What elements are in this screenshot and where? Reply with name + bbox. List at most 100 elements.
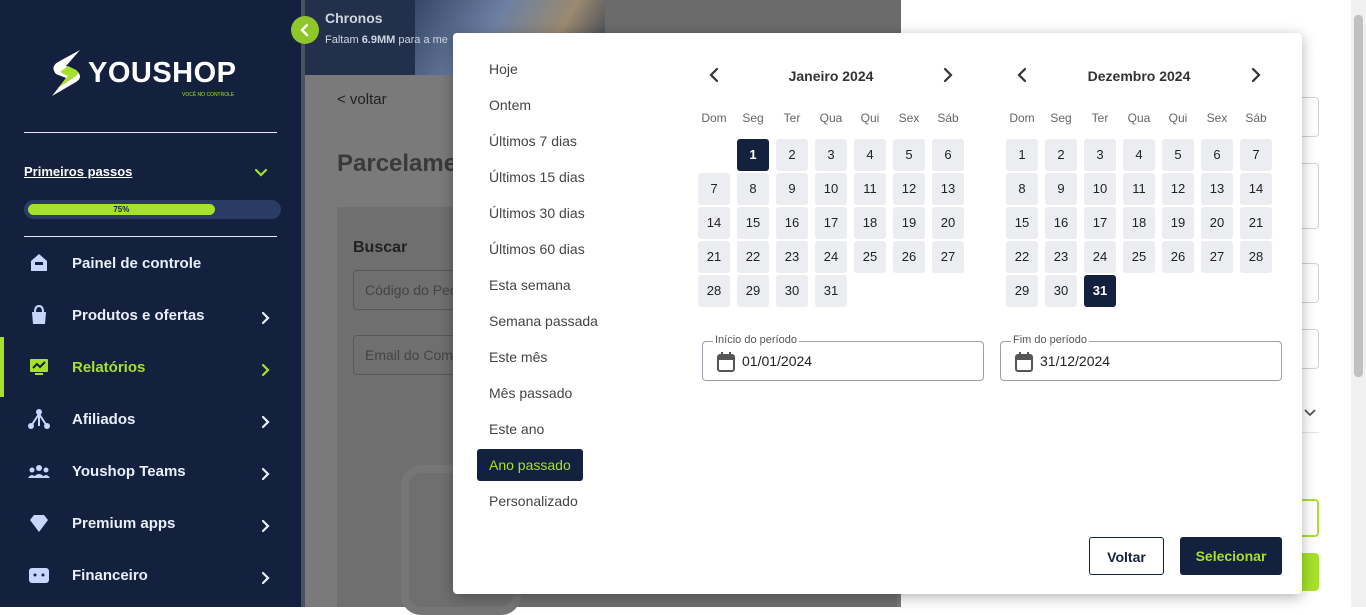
calendar-day[interactable]: 9 bbox=[1045, 173, 1077, 205]
chevron-down-icon[interactable] bbox=[253, 165, 269, 181]
calendar-day[interactable]: 24 bbox=[815, 241, 847, 273]
calendar-day[interactable]: 27 bbox=[1201, 241, 1233, 273]
calendar-day[interactable]: 10 bbox=[1084, 173, 1116, 205]
calendar-day[interactable]: 7 bbox=[698, 173, 730, 205]
calendar-day[interactable]: 22 bbox=[1006, 241, 1038, 273]
calendar-day[interactable]: 25 bbox=[1123, 241, 1155, 273]
prev-month-icon[interactable] bbox=[1014, 66, 1032, 84]
calendar-day[interactable]: 1 bbox=[1006, 139, 1038, 171]
next-month-icon[interactable] bbox=[938, 66, 956, 84]
next-month-icon[interactable] bbox=[1246, 66, 1264, 84]
drawer-field[interactable] bbox=[1301, 329, 1319, 369]
sidebar-item-produtos-e-ofertas[interactable]: Produtos e ofertas bbox=[0, 289, 301, 341]
calendar-day[interactable]: 26 bbox=[1162, 241, 1194, 273]
drawer-field[interactable] bbox=[1301, 163, 1319, 229]
preset-option[interactable]: Personalizado bbox=[477, 485, 590, 517]
preset-option[interactable]: Ontem bbox=[477, 89, 543, 121]
calendar-day[interactable]: 17 bbox=[1084, 207, 1116, 239]
scrollbar-thumb[interactable] bbox=[1354, 15, 1363, 377]
calendar-day[interactable]: 28 bbox=[1240, 241, 1272, 273]
calendar-day[interactable]: 23 bbox=[1045, 241, 1077, 273]
calendar-day[interactable]: 8 bbox=[1006, 173, 1038, 205]
calendar-day[interactable]: 31 bbox=[1084, 275, 1116, 307]
calendar-day[interactable]: 19 bbox=[1162, 207, 1194, 239]
calendar-day[interactable]: 12 bbox=[893, 173, 925, 205]
drawer-primary-button[interactable] bbox=[1301, 553, 1319, 591]
preset-option[interactable]: Este mês bbox=[477, 341, 559, 373]
back-link[interactable]: < voltar bbox=[337, 91, 387, 108]
calendar-day[interactable]: 13 bbox=[1201, 173, 1233, 205]
calendar-day[interactable]: 13 bbox=[932, 173, 964, 205]
sidebar-item-premium-apps[interactable]: Premium apps bbox=[0, 497, 301, 549]
calendar-day[interactable]: 6 bbox=[932, 139, 964, 171]
collapse-sidebar-button[interactable] bbox=[291, 16, 319, 44]
calendar-day[interactable]: 28 bbox=[698, 275, 730, 307]
calendar-day[interactable]: 7 bbox=[1240, 139, 1272, 171]
sidebar-item-financeiro[interactable]: Financeiro bbox=[0, 549, 301, 601]
calendar-day[interactable]: 4 bbox=[1123, 139, 1155, 171]
start-date-field[interactable]: Início do período 01/01/2024 bbox=[702, 334, 984, 381]
page-scrollbar[interactable] bbox=[1351, 0, 1366, 607]
calendar-day[interactable]: 25 bbox=[854, 241, 886, 273]
select-button[interactable]: Selecionar bbox=[1180, 537, 1282, 575]
calendar-day[interactable]: 6 bbox=[1201, 139, 1233, 171]
calendar-day[interactable]: 3 bbox=[1084, 139, 1116, 171]
calendar-day[interactable]: 11 bbox=[854, 173, 886, 205]
calendar-day[interactable]: 17 bbox=[815, 207, 847, 239]
preset-option[interactable]: Últimos 30 dias bbox=[477, 197, 597, 229]
preset-option[interactable]: Ano passado bbox=[477, 449, 583, 481]
preset-option[interactable]: Hoje bbox=[477, 53, 530, 85]
calendar-day[interactable]: 15 bbox=[1006, 207, 1038, 239]
calendar-day[interactable]: 22 bbox=[737, 241, 769, 273]
calendar-day[interactable]: 16 bbox=[776, 207, 808, 239]
calendar-day[interactable]: 11 bbox=[1123, 173, 1155, 205]
calendar-day[interactable]: 26 bbox=[893, 241, 925, 273]
sidebar-item-relat-rios[interactable]: Relatórios bbox=[0, 337, 301, 397]
drawer-field[interactable] bbox=[1301, 263, 1319, 303]
calendar-day[interactable]: 15 bbox=[737, 207, 769, 239]
preset-option[interactable]: Últimos 7 dias bbox=[477, 125, 589, 157]
drawer-outline-button[interactable] bbox=[1301, 499, 1319, 537]
calendar-day[interactable]: 18 bbox=[854, 207, 886, 239]
calendar-day[interactable]: 18 bbox=[1123, 207, 1155, 239]
preset-option[interactable]: Últimos 60 dias bbox=[477, 233, 597, 265]
calendar-day[interactable]: 30 bbox=[776, 275, 808, 307]
calendar-day[interactable]: 21 bbox=[698, 241, 730, 273]
calendar-day[interactable]: 8 bbox=[737, 173, 769, 205]
calendar-day[interactable]: 20 bbox=[932, 207, 964, 239]
calendar-day[interactable]: 3 bbox=[815, 139, 847, 171]
calendar-day[interactable]: 10 bbox=[815, 173, 847, 205]
drawer-field[interactable] bbox=[1301, 97, 1319, 137]
calendar-day[interactable]: 24 bbox=[1084, 241, 1116, 273]
calendar-day[interactable]: 14 bbox=[1240, 173, 1272, 205]
calendar-day[interactable]: 14 bbox=[698, 207, 730, 239]
calendar-day[interactable]: 2 bbox=[776, 139, 808, 171]
calendar-day[interactable]: 27 bbox=[932, 241, 964, 273]
calendar-day[interactable]: 5 bbox=[1162, 139, 1194, 171]
end-date-field[interactable]: Fim do período 31/12/2024 bbox=[1000, 334, 1282, 381]
calendar-day[interactable]: 12 bbox=[1162, 173, 1194, 205]
sidebar-item-afiliados[interactable]: Afiliados bbox=[0, 393, 301, 445]
preset-option[interactable]: Últimos 15 dias bbox=[477, 161, 597, 193]
preset-option[interactable]: Mês passado bbox=[477, 377, 584, 409]
sidebar-item-youshop-teams[interactable]: Youshop Teams bbox=[0, 445, 301, 497]
preset-option[interactable]: Semana passada bbox=[477, 305, 610, 337]
calendar-day[interactable]: 16 bbox=[1045, 207, 1077, 239]
calendar-day[interactable]: 2 bbox=[1045, 139, 1077, 171]
youshop-logo[interactable]: YOUSHOP VOCÊ NO CONTROLE bbox=[46, 48, 237, 98]
primeiros-passos-link[interactable]: Primeiros passos bbox=[24, 164, 132, 179]
sidebar-item-painel-de-controle[interactable]: Painel de controle bbox=[0, 237, 301, 289]
calendar-day[interactable]: 20 bbox=[1201, 207, 1233, 239]
calendar-day[interactable]: 5 bbox=[893, 139, 925, 171]
calendar-day[interactable]: 23 bbox=[776, 241, 808, 273]
calendar-day[interactable]: 31 bbox=[815, 275, 847, 307]
calendar-day[interactable]: 1 bbox=[737, 139, 769, 171]
back-button[interactable]: Voltar bbox=[1089, 537, 1164, 575]
preset-option[interactable]: Este ano bbox=[477, 413, 556, 445]
calendar-day[interactable]: 4 bbox=[854, 139, 886, 171]
chevron-down-icon[interactable] bbox=[1303, 406, 1317, 420]
calendar-day[interactable]: 29 bbox=[737, 275, 769, 307]
calendar-day[interactable]: 29 bbox=[1006, 275, 1038, 307]
calendar-day[interactable]: 21 bbox=[1240, 207, 1272, 239]
calendar-day[interactable]: 9 bbox=[776, 173, 808, 205]
